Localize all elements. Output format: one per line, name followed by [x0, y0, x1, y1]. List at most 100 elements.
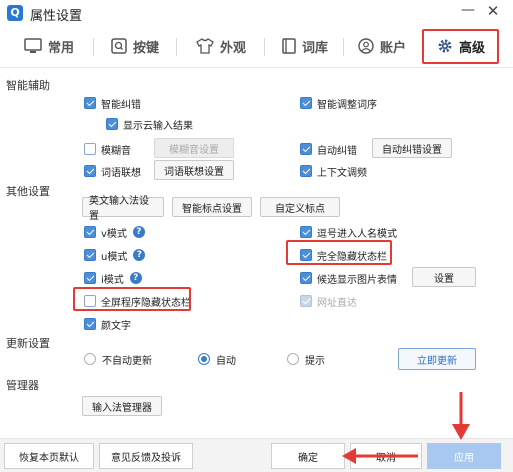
tab-label: 常用 — [47, 40, 74, 56]
radio-label: 自动 — [216, 355, 236, 367]
smart-punct-settings-button[interactable]: 智能标点设置 — [172, 197, 252, 217]
tab-keys[interactable]: 按键 — [100, 26, 170, 66]
checkbox-unchecked — [84, 295, 96, 307]
radio-selected — [198, 353, 210, 365]
tab-divider — [343, 38, 344, 56]
help-icon[interactable]: ? — [133, 249, 146, 261]
checkbox-label: v模式 — [101, 228, 127, 240]
checkbox-checked — [300, 165, 312, 177]
section-title-manager: 管理器 — [6, 379, 39, 392]
checkbox-unchecked — [84, 143, 96, 155]
word-association-settings-button[interactable]: 词语联想设置 — [154, 160, 234, 180]
tab-label: 按键 — [132, 40, 159, 56]
auto-correct-checkbox[interactable]: 自动纠错 — [300, 142, 357, 157]
checkbox-checked — [84, 97, 96, 109]
radio-no-auto-update[interactable]: 不自动更新 — [84, 352, 152, 367]
tab-label: 账户 — [379, 40, 406, 56]
tab-label: 高级 — [458, 40, 485, 56]
tab-label: 词库 — [301, 40, 328, 56]
section-title-smart-assist: 智能辅助 — [6, 79, 50, 92]
show-images-checkbox[interactable]: 候选显示图片表情 — [300, 271, 397, 286]
name-mode-checkbox[interactable]: 逗号进入人名模式 — [300, 225, 397, 240]
tshirt-icon — [196, 38, 214, 54]
radio-auto-update[interactable]: 自动 — [198, 352, 236, 367]
show-cloud-checkbox[interactable]: 显示云输入结果 — [106, 117, 193, 132]
web-direct-checkbox[interactable]: 网址直达 — [300, 294, 357, 309]
checkbox-label: 显示云输入结果 — [123, 120, 193, 132]
english-ime-settings-button[interactable]: 英文输入法设置 — [82, 196, 164, 222]
restore-defaults-button[interactable]: 恢复本页默认 — [4, 443, 94, 469]
fullscreen-hide-status-checkbox[interactable]: 全屏程序隐藏状态栏 — [84, 294, 191, 309]
image-settings-button[interactable]: 设置 — [412, 267, 476, 287]
checkbox-label: 完全隐藏状态栏 — [317, 251, 387, 263]
update-now-button[interactable]: 立即更新 — [398, 348, 476, 370]
ime-manager-button[interactable]: 输入法管理器 — [82, 396, 162, 416]
checkbox-checked — [84, 318, 96, 330]
context-adjust-checkbox[interactable]: 上下文调频 — [300, 164, 367, 179]
tab-dictionary[interactable]: 词库 — [270, 26, 340, 66]
checkbox-label: i模式 — [101, 274, 124, 286]
section-title-update: 更新设置 — [6, 337, 50, 350]
checkbox-label: 词语联想 — [101, 167, 141, 179]
custom-punct-button[interactable]: 自定义标点 — [260, 197, 340, 217]
fuzzy-settings-button[interactable]: 模糊音设置 — [154, 138, 234, 158]
i-mode-checkbox[interactable]: i模式 ? — [84, 271, 142, 286]
radio-label: 不自动更新 — [102, 355, 152, 367]
section-title-other: 其他设置 — [6, 185, 50, 198]
feedback-button[interactable]: 意见反馈及投诉 — [99, 443, 193, 469]
emoticon-checkbox[interactable]: 颜文字 — [84, 317, 131, 332]
checkbox-label: 全屏程序隐藏状态栏 — [101, 297, 191, 309]
tab-advanced[interactable]: 高级 — [425, 26, 497, 66]
checkbox-label: 网址直达 — [317, 297, 357, 309]
settings-content: 智能辅助 智能纠错 智能调整词序 显示云输入结果 模糊音 模糊音设置 自动纠错 … — [0, 68, 513, 438]
checkbox-label: 模糊音 — [101, 145, 131, 157]
fuzzy-checkbox[interactable]: 模糊音 — [84, 142, 131, 157]
checkbox-checked — [84, 249, 96, 261]
ok-button[interactable]: 确定 — [271, 443, 345, 469]
radio-notify-update[interactable]: 提示 — [287, 352, 325, 367]
minimize-button[interactable]: — — [460, 2, 476, 20]
radio-unselected — [84, 353, 96, 365]
checkbox-label: u模式 — [101, 251, 128, 263]
tab-account[interactable]: 账户 — [348, 26, 416, 66]
checkbox-label: 自动纠错 — [317, 145, 357, 157]
checkbox-label: 逗号进入人名模式 — [317, 228, 397, 240]
tab-divider — [93, 38, 94, 56]
help-icon[interactable]: ? — [132, 226, 145, 238]
checkbox-checked — [106, 118, 118, 130]
checkbox-checked — [300, 97, 312, 109]
checkbox-checked — [84, 226, 96, 238]
monitor-icon — [24, 38, 42, 53]
help-icon[interactable]: ? — [129, 272, 142, 284]
checkbox-checked — [300, 143, 312, 155]
checkbox-checked — [84, 272, 96, 284]
smart-correction-checkbox[interactable]: 智能纠错 — [84, 96, 141, 111]
tab-divider — [176, 38, 177, 56]
v-mode-checkbox[interactable]: v模式 ? — [84, 225, 145, 240]
hide-status-bar-checkbox[interactable]: 完全隐藏状态栏 — [300, 248, 387, 263]
gear-icon — [438, 39, 452, 53]
tab-bar: 常用 按键 外观 词库 账户 高级 — [0, 26, 513, 68]
radio-unselected — [287, 353, 299, 365]
word-association-checkbox[interactable]: 词语联想 — [84, 164, 141, 179]
app-logo: Q — [7, 5, 23, 21]
checkbox-checked — [300, 272, 312, 284]
apply-button[interactable]: 应用 — [427, 443, 501, 469]
title-bar: Q 属性设置 — ✕ — [0, 0, 513, 26]
smart-order-checkbox[interactable]: 智能调整词序 — [300, 96, 377, 111]
cancel-button[interactable]: 取消 — [350, 443, 422, 469]
checkbox-checked — [84, 165, 96, 177]
checkbox-checked — [300, 226, 312, 238]
u-mode-checkbox[interactable]: u模式 ? — [84, 248, 146, 263]
radio-label: 提示 — [305, 355, 325, 367]
keyboard-key-icon — [111, 38, 127, 54]
checkbox-checked-disabled — [300, 295, 312, 307]
auto-correct-settings-button[interactable]: 自动纠错设置 — [372, 138, 452, 158]
close-button[interactable]: ✕ — [485, 2, 501, 20]
user-icon — [358, 38, 374, 54]
tab-label: 外观 — [219, 40, 246, 56]
book-icon — [282, 38, 296, 54]
tab-appearance[interactable]: 外观 — [182, 26, 260, 66]
checkbox-label: 智能调整词序 — [317, 99, 377, 111]
tab-common[interactable]: 常用 — [14, 26, 84, 66]
